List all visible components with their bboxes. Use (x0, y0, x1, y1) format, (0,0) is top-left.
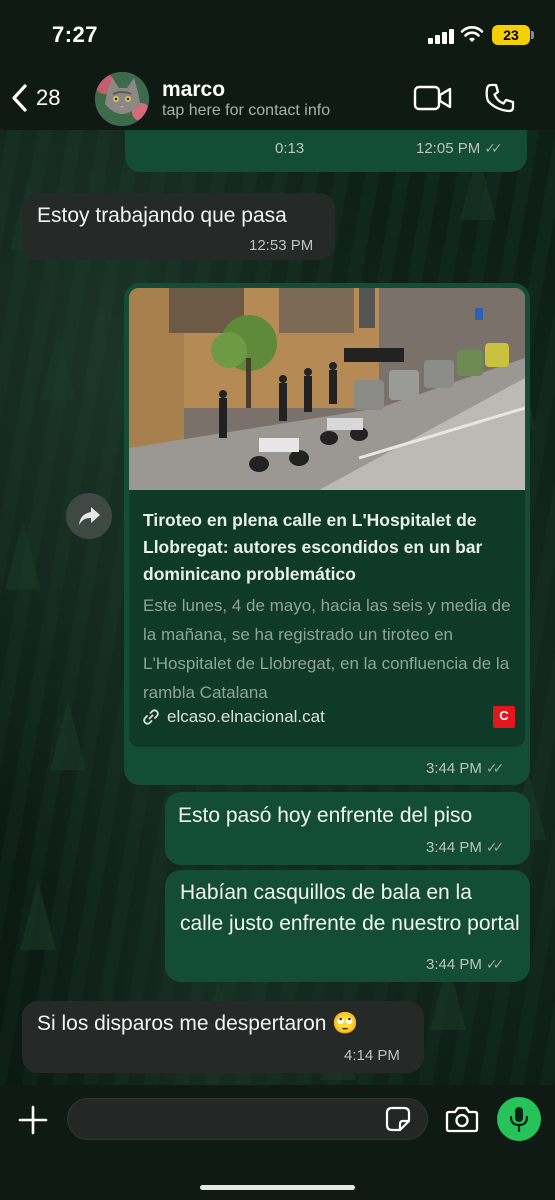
message-meta: 3:44 PM ✓✓ (426, 760, 505, 777)
battery-indicator: 23 (492, 25, 534, 45)
link-message-bubble[interactable]: Tiroteo en plena calle en L'Hospitalet d… (124, 283, 530, 785)
sticker-icon[interactable] (384, 1105, 412, 1133)
contact-name[interactable]: marco (162, 78, 225, 102)
forward-button[interactable] (66, 493, 112, 539)
message-text: Esto pasó hoy enfrente del piso (178, 804, 473, 827)
site-logo-icon: C (493, 706, 515, 728)
chevron-left-icon (12, 84, 27, 112)
message-meta: 3:44 PM ✓✓ (426, 956, 505, 973)
message-input[interactable] (67, 1098, 428, 1140)
message-bubble-incoming[interactable]: Estoy trabajando que pasa 12:53 PM (22, 193, 335, 260)
link-preview-card[interactable]: Tiroteo en plena calle en L'Hospitalet d… (129, 288, 525, 747)
read-ticks-icon: ✓✓ (485, 839, 505, 855)
message-time: 3:44 PM (426, 956, 482, 973)
cat-avatar-image (95, 72, 149, 126)
read-ticks-icon: ✓✓ (484, 140, 503, 156)
back-button[interactable]: 28 (10, 78, 60, 118)
message-input-bar (0, 1085, 555, 1200)
status-time: 7:27 (52, 22, 99, 47)
message-text: Habían casquillos de bala en la calle ju… (180, 881, 520, 935)
link-preview-image[interactable] (129, 288, 525, 490)
voice-message-bubble[interactable]: 0:13 12:05 PM ✓✓ (125, 130, 527, 172)
chat-messages[interactable]: 0:13 12:05 PM ✓✓ Estoy trabajando que pa… (0, 130, 555, 1085)
message-time: 4:14 PM (344, 1047, 400, 1064)
microphone-icon (509, 1107, 529, 1132)
message-bubble-outgoing[interactable]: Esto pasó hoy enfrente del piso 3:44 PM … (165, 792, 530, 865)
message-meta: 12:05 PM ✓✓ (416, 140, 503, 157)
voice-duration: 0:13 (275, 140, 305, 157)
home-indicator[interactable] (200, 1185, 355, 1190)
avatar[interactable] (95, 72, 149, 126)
unread-count: 28 (36, 85, 61, 110)
read-ticks-icon: ✓✓ (485, 760, 505, 776)
status-bar: 7:27 23 (0, 0, 555, 64)
read-ticks-icon: ✓✓ (485, 956, 505, 972)
message-time: 12:53 PM (249, 237, 314, 254)
message-time: 3:44 PM (426, 760, 482, 777)
camera-icon[interactable] (445, 1104, 479, 1134)
message-meta: 3:44 PM ✓✓ (426, 839, 505, 856)
cellular-signal-icon (428, 28, 454, 44)
contact-info-hint[interactable]: tap here for contact info (162, 102, 330, 120)
message-time: 12:05 PM (416, 140, 481, 157)
link-preview-domain[interactable]: elcaso.elnacional.cat (167, 707, 325, 727)
video-camera-icon[interactable] (413, 84, 453, 112)
link-preview-title[interactable]: Tiroteo en plena calle en L'Hospitalet d… (143, 507, 515, 588)
message-text: Si los disparos me despertaron 🙄 (37, 1012, 359, 1035)
link-preview-description: Este lunes, 4 de mayo, hacia las seis y … (143, 596, 511, 702)
microphone-button[interactable] (497, 1097, 541, 1141)
message-time: 3:44 PM (426, 839, 482, 856)
message-text: Estoy trabajando que pasa (37, 204, 287, 227)
link-icon (143, 709, 159, 725)
phone-icon[interactable] (484, 82, 516, 114)
forward-arrow-icon (79, 507, 100, 525)
message-bubble-incoming[interactable]: Si los disparos me despertaron 🙄 4:14 PM (22, 1001, 424, 1073)
plus-icon[interactable] (16, 1103, 50, 1137)
chat-header: 28 marco tap here for contact info (0, 64, 555, 130)
message-bubble-outgoing[interactable]: Habían casquillos de bala en la calle ju… (165, 870, 530, 982)
wifi-icon (460, 26, 484, 42)
